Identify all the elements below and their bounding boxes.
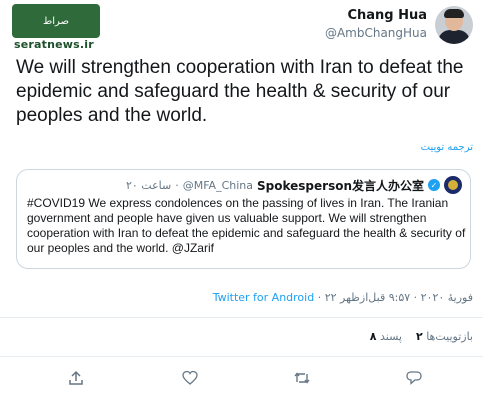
quoted-tweet[interactable]: ۲۰ ساعت · @MFA_China Spokesperson发言人办公室 … xyxy=(16,169,471,269)
tweet-meta: Twitter for Android · ۲۲ فوریهٔ ۲۰۲۰ · ۹… xyxy=(213,291,473,304)
tweet-stats: پسند ۸ بازتوییت‌ها ۲ xyxy=(370,330,473,343)
quoted-avatar[interactable] xyxy=(444,176,462,194)
divider xyxy=(0,317,483,318)
quoted-handle[interactable]: @MFA_China xyxy=(183,179,253,192)
meta-sep2: · xyxy=(410,291,418,304)
tweet-actions xyxy=(0,366,483,394)
tweet-time[interactable]: ۹:۵۷ قبل‌ازظهر xyxy=(340,291,410,304)
tweet-text: We will strengthen cooperation with Iran… xyxy=(16,57,464,126)
likes-label: پسند xyxy=(380,330,402,343)
share-icon[interactable] xyxy=(66,370,86,390)
verified-icon: ✓ xyxy=(428,179,440,191)
quoted-text: #COVID19 We express condolences on the p… xyxy=(27,196,466,255)
quoted-name[interactable]: Spokesperson发言人办公室 xyxy=(257,177,424,194)
reply-icon[interactable] xyxy=(404,370,424,390)
tweet-author[interactable]: Chang Hua @AmbChangHua xyxy=(325,8,427,40)
retweets-count: ۲ xyxy=(415,330,423,343)
retweets-label: بازتوییت‌ها xyxy=(426,330,473,343)
quoted-handle-sep: · xyxy=(175,178,179,192)
quoted-tweet-header: ۲۰ ساعت · @MFA_China Spokesperson发言人办公室 … xyxy=(126,176,462,194)
likes-stat[interactable]: پسند ۸ xyxy=(370,330,402,343)
translate-tweet-link[interactable]: ترجمه توییت xyxy=(421,142,473,153)
author-name[interactable]: Chang Hua xyxy=(325,8,427,23)
retweets-stat[interactable]: بازتوییت‌ها ۲ xyxy=(416,330,473,343)
watermark-badge: صراط xyxy=(12,4,100,38)
author-avatar[interactable] xyxy=(435,6,473,44)
watermark-url: seratnews.ir xyxy=(14,38,94,51)
meta-sep: · xyxy=(317,291,325,304)
retweet-icon[interactable] xyxy=(292,370,312,390)
author-handle[interactable]: @AmbChangHua xyxy=(325,26,427,40)
quoted-time[interactable]: ۲۰ ساعت xyxy=(126,179,171,192)
watermark-logo: صراط seratnews.ir xyxy=(8,4,104,54)
likes-count: ۸ xyxy=(369,330,377,343)
like-icon[interactable] xyxy=(180,370,200,390)
divider xyxy=(0,356,483,357)
tweet-source[interactable]: Twitter for Android xyxy=(213,291,315,304)
